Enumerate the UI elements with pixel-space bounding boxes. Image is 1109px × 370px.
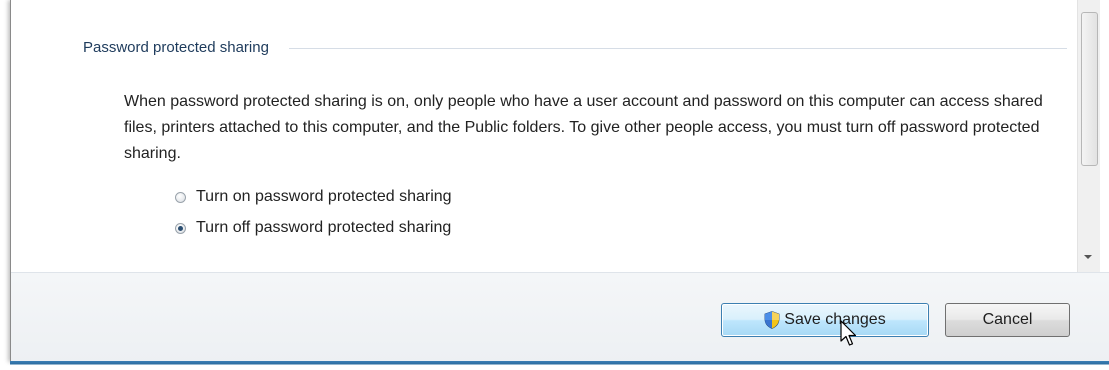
dialog-footer: Save changes Cancel — [11, 272, 1109, 363]
cancel-button[interactable]: Cancel — [945, 303, 1070, 337]
window-bottom-edge — [10, 361, 1109, 370]
save-changes-label: Save changes — [784, 311, 886, 328]
scrollbar-thumb[interactable] — [1081, 12, 1098, 166]
save-changes-button[interactable]: Save changes — [721, 303, 929, 337]
group-header: Password protected sharing — [83, 36, 1067, 58]
radio-label: Turn off password protected sharing — [196, 219, 452, 236]
radio-label: Turn on password protected sharing — [196, 188, 452, 205]
scroll-down-arrow-icon[interactable] — [1084, 255, 1092, 259]
uac-shield-icon — [764, 311, 780, 329]
radio-button-unchecked[interactable] — [175, 191, 186, 203]
sharing-settings-window: Password protected sharing When password… — [10, 0, 1109, 363]
radio-turn-on-sharing[interactable]: Turn on password protected sharing — [175, 188, 452, 206]
section-title: Password protected sharing — [83, 38, 269, 56]
mouse-cursor-icon — [840, 320, 857, 346]
settings-content: Password protected sharing When password… — [11, 0, 1077, 272]
section-divider — [288, 47, 1067, 49]
section-description: When password protected sharing is on, o… — [124, 93, 1043, 162]
radio-button-checked[interactable] — [175, 222, 186, 234]
radio-turn-off-sharing[interactable]: Turn off password protected sharing — [175, 219, 451, 237]
vertical-scrollbar[interactable] — [1077, 0, 1100, 272]
cancel-label: Cancel — [982, 311, 1033, 328]
